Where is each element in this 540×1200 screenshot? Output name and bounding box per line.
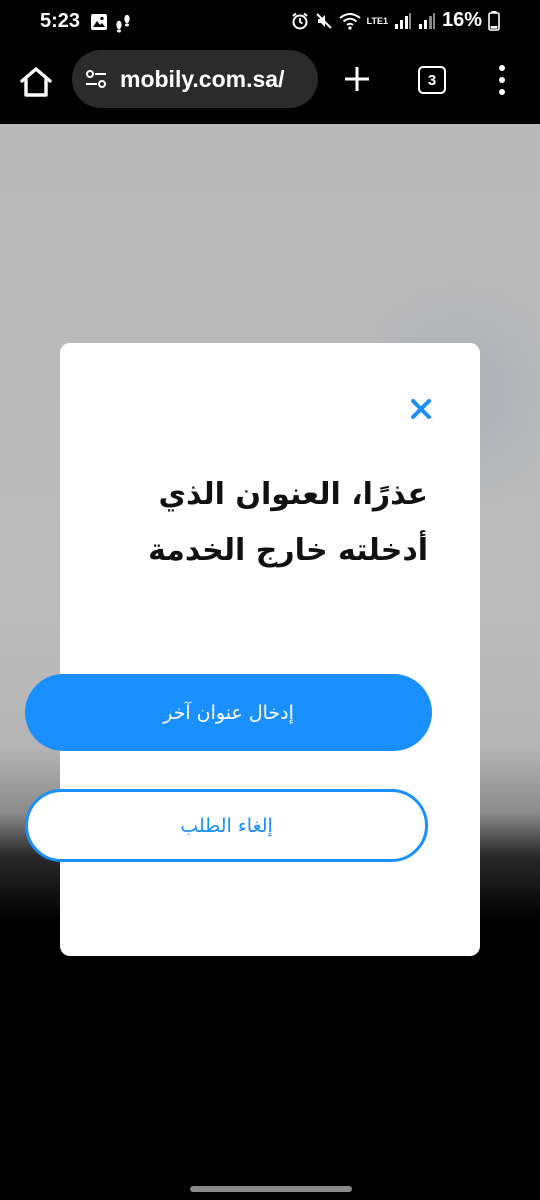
cancel-request-button[interactable]: إلغاء الطلب [25, 789, 428, 862]
new-tab-icon[interactable] [340, 62, 374, 96]
site-settings-icon[interactable] [84, 67, 108, 91]
footsteps-icon [116, 14, 130, 33]
url-text[interactable]: mobily.com.sa/ [120, 66, 284, 93]
browser-toolbar: mobily.com.sa/ 3 [0, 48, 540, 124]
signal-strength-icon [394, 12, 411, 29]
screen: 5:23 LTE1 16% mobily.com.sa/ 3 عذرًا، ال… [0, 0, 540, 1200]
volte-lte-label: LTE1 [366, 15, 388, 26]
battery-icon [488, 10, 500, 31]
dialog-title-line-1: عذرًا، العنوان الذي [158, 477, 428, 512]
gesture-navigation-bar[interactable] [190, 1186, 352, 1192]
status-notification-icons [90, 13, 132, 33]
enter-another-address-button[interactable]: إدخال عنوان آخر [25, 674, 432, 751]
out-of-service-dialog: عذرًا، العنوان الذي أدخلته خارج الخدمة [60, 343, 480, 956]
mute-icon [315, 12, 332, 29]
gallery-icon [91, 14, 107, 30]
alarm-icon [291, 12, 308, 29]
status-system-icons: LTE1 16% [291, 9, 500, 32]
tab-switcher-button[interactable]: 3 [418, 66, 446, 94]
signal-strength-2-icon [418, 12, 435, 29]
dialog-title-line-2: أدخلته خارج الخدمة [148, 533, 428, 568]
close-icon[interactable] [409, 397, 433, 421]
status-bar: 5:23 LTE1 16% [0, 0, 540, 48]
dialog-title: عذرًا، العنوان الذي أدخلته خارج الخدمة [88, 467, 428, 579]
status-time: 5:23 [40, 10, 81, 32]
home-button[interactable] [16, 62, 56, 102]
overflow-menu-icon[interactable] [492, 62, 512, 98]
wifi-icon [339, 12, 361, 30]
battery-percentage: 16% [441, 9, 482, 31]
address-bar[interactable]: mobily.com.sa/ [72, 50, 318, 108]
